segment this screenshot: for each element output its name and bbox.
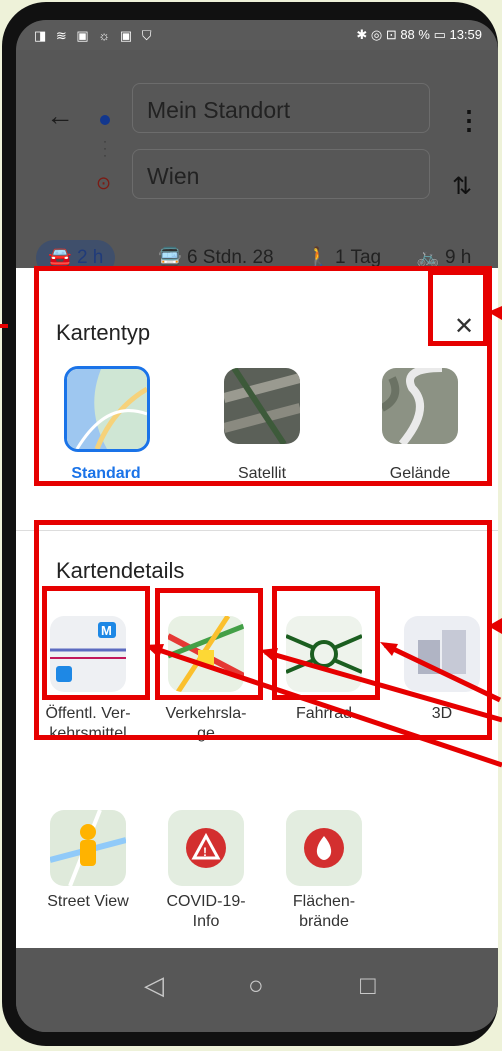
annotation-arrows (0, 306, 502, 768)
